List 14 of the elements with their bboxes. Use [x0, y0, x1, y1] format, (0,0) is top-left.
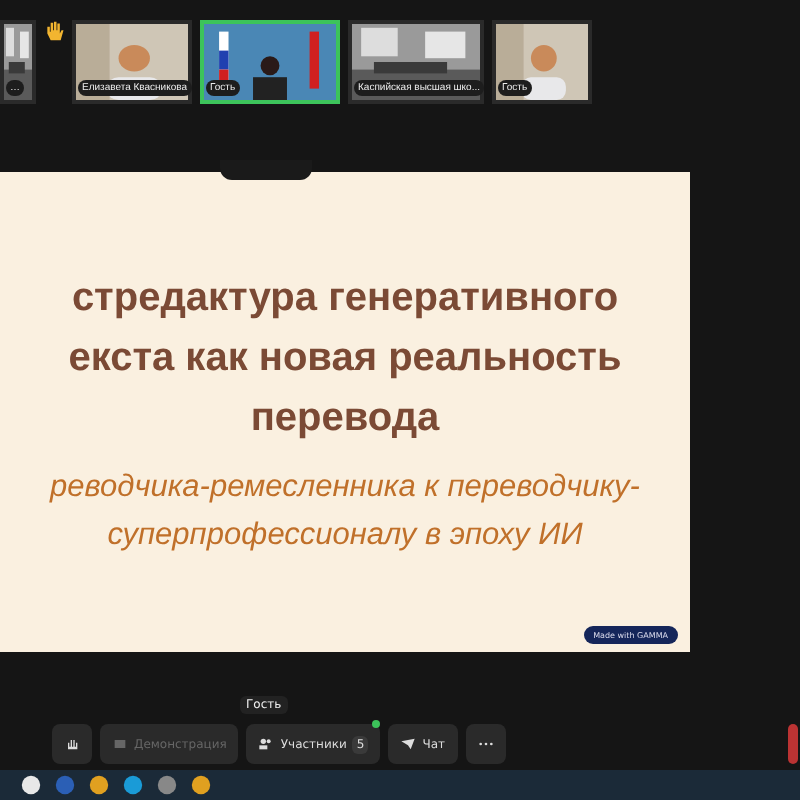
send-icon [400, 736, 417, 752]
slide-title: екста как новая реальность [68, 334, 622, 384]
leave-button[interactable] [788, 724, 798, 764]
screen-icon [112, 736, 128, 752]
people-icon [258, 736, 275, 752]
app-icon[interactable] [190, 774, 212, 796]
app-icon[interactable] [88, 774, 110, 796]
slide-title: перевода [248, 394, 442, 444]
hand-button[interactable] [52, 724, 92, 764]
slide-subtitle: реводчика-ремесленника к переводчику- [50, 468, 640, 508]
status-dot [372, 720, 381, 728]
slide-title: стредактура генеративного [69, 274, 621, 324]
app-icon[interactable] [20, 774, 42, 796]
slide-subtitle: суперпрофессионалу в эпоху ИИ [105, 516, 585, 556]
